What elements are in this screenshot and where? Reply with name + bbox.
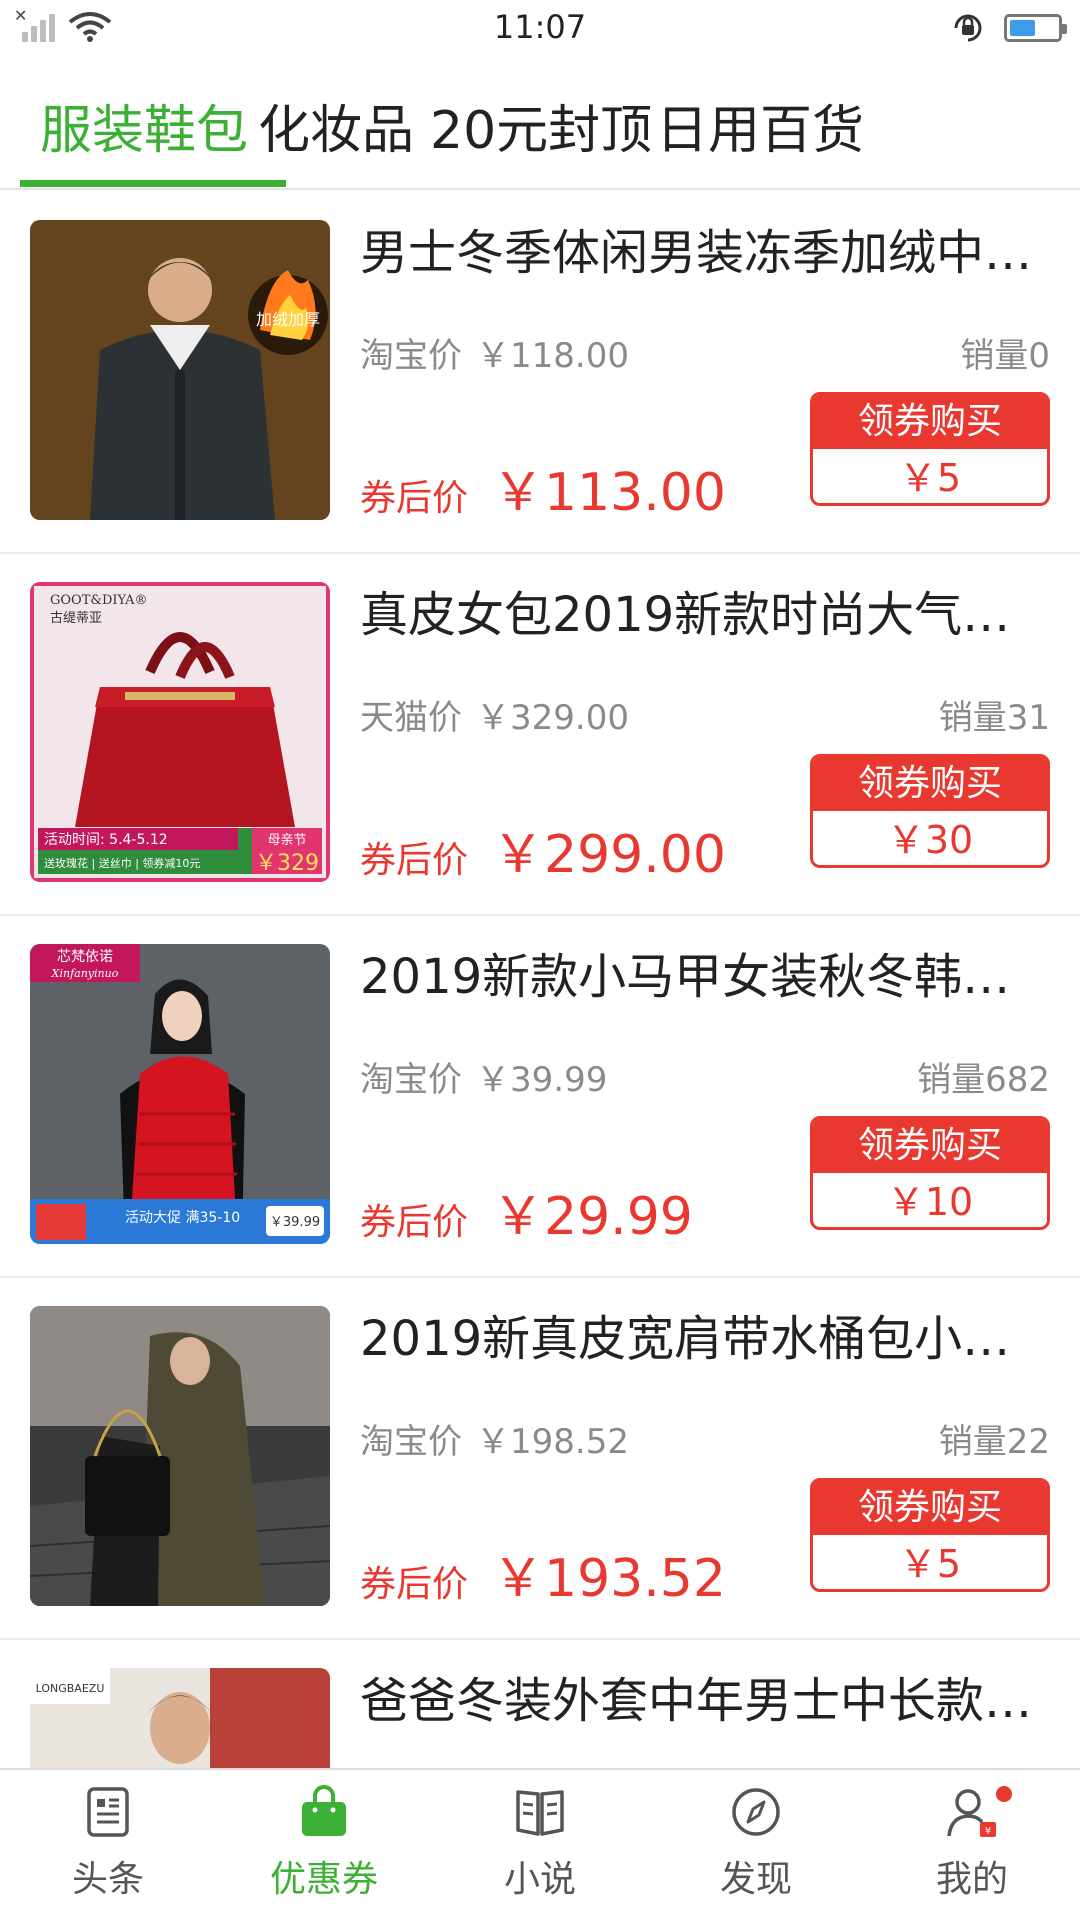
image-promo-price: ￥329 bbox=[255, 851, 319, 876]
product-list[interactable]: 加绒加厚 男士冬季体闲男装冻季加绒中… 淘宝价 ￥118.00 销量0 券后价 ￥1… bbox=[0, 192, 1080, 1768]
product-title[interactable]: 男士冬季体闲男装冻季加绒中… bbox=[360, 224, 1050, 282]
sales-count: 销量682 bbox=[917, 1060, 1050, 1100]
original-price-label: 淘宝价 bbox=[360, 1060, 462, 1100]
product-item[interactable]: GOOT&DIYA® 古缇蒂亚 活动时间: 5.4-5.12 送玫瑰花 | 送丝… bbox=[0, 554, 1080, 916]
category-tabs: 服装鞋包 化妆品 20元封顶 日用百货 bbox=[0, 56, 1080, 190]
get-coupon-button[interactable]: 领券购买 ￥30 bbox=[810, 754, 1050, 868]
get-coupon-button[interactable]: 领券购买 ￥5 bbox=[810, 392, 1050, 506]
image-brand: 芯梵依诺 bbox=[57, 949, 113, 965]
get-coupon-label: 领券购买 bbox=[813, 1119, 1047, 1173]
product-title[interactable]: 爸爸冬装外套中年男士中长款… bbox=[360, 1672, 1050, 1730]
user-icon: ¥ bbox=[947, 1789, 996, 1837]
coupon-price-value: ￥29.99 bbox=[492, 1187, 693, 1247]
product-title[interactable]: 2019新真皮宽肩带水桶包小香… bbox=[360, 1310, 1050, 1368]
get-coupon-button[interactable]: 领券购买 ￥10 bbox=[810, 1116, 1050, 1230]
product-title[interactable]: 真皮女包2019新款时尚大气中… bbox=[360, 586, 1050, 644]
news-icon bbox=[87, 1787, 129, 1837]
sales-count: 销量31 bbox=[938, 698, 1050, 738]
product-item[interactable]: 2019新真皮宽肩带水桶包小香… 淘宝价 ￥198.52 销量22 券后价 ￥193… bbox=[0, 1278, 1080, 1640]
coupon-amount: ￥5 bbox=[898, 456, 962, 500]
nav-coupons[interactable]: 优惠券 bbox=[244, 1784, 404, 1902]
coupon-price: 券后价 ￥113.00 bbox=[360, 450, 726, 525]
coupon-price-label: 券后价 bbox=[360, 1564, 469, 1605]
product-image-badge: 加绒加厚 bbox=[256, 310, 320, 329]
svg-text:¥: ¥ bbox=[985, 1826, 991, 1837]
get-coupon-label: 领券购买 bbox=[813, 1481, 1047, 1535]
image-promo: 活动大促 满35-10 bbox=[125, 1210, 240, 1226]
original-price-label: 淘宝价 bbox=[360, 336, 462, 376]
get-coupon-label: 领券购买 bbox=[813, 757, 1047, 811]
image-brand: LONGBAEZU bbox=[36, 1682, 105, 1695]
nav-novels-label: 小说 bbox=[503, 1859, 576, 1900]
image-brand: GOOT&DIYA® bbox=[50, 593, 147, 608]
battery-level bbox=[1010, 20, 1035, 36]
bottom-nav: 头条 优惠券 小说 发现 ¥ 我的 bbox=[0, 1768, 1080, 1920]
original-price: 淘宝价 ￥198.52 bbox=[360, 1414, 629, 1463]
original-price: 天猫价 ￥329.00 bbox=[360, 690, 629, 739]
nav-discover[interactable]: 发现 bbox=[676, 1784, 836, 1902]
product-item[interactable]: 加绒加厚 男士冬季体闲男装冻季加绒中… 淘宝价 ￥118.00 销量0 券后价 ￥1… bbox=[0, 192, 1080, 554]
nav-headlines[interactable]: 头条 bbox=[28, 1784, 188, 1902]
image-brand-en: Xinfanyinuo bbox=[51, 967, 119, 980]
coupon-price-value: ￥113.00 bbox=[492, 463, 726, 523]
original-price-value: ￥329.00 bbox=[476, 698, 629, 738]
coupon-price: 券后价 ￥193.52 bbox=[360, 1536, 726, 1611]
nav-mine-label: 我的 bbox=[935, 1859, 1008, 1900]
notification-badge bbox=[996, 1786, 1012, 1802]
product-image[interactable]: 加绒加厚 bbox=[30, 220, 330, 520]
coupon-price-label: 券后价 bbox=[360, 478, 469, 519]
image-promo-price: ￥39.99 bbox=[270, 1215, 320, 1230]
product-image[interactable]: 芯梵依诺 Xinfanyinuo 活动大促 满35-10 ￥39.99 bbox=[30, 944, 330, 1244]
image-promo-date: 活动时间: 5.4-5.12 bbox=[44, 832, 168, 848]
tab-daily-goods[interactable]: 日用百货 bbox=[656, 88, 864, 163]
status-right bbox=[950, 10, 1067, 46]
nav-discover-label: 发现 bbox=[719, 1859, 792, 1900]
coupon-price: 券后价 ￥29.99 bbox=[360, 1174, 693, 1249]
shopping-bag-icon bbox=[302, 1785, 346, 1836]
tab-cosmetics[interactable]: 化妆品 bbox=[258, 88, 414, 163]
coupon-amount: ￥5 bbox=[898, 1542, 962, 1586]
status-time: 11:07 bbox=[493, 8, 587, 46]
nav-coupons-label: 优惠券 bbox=[269, 1859, 378, 1900]
original-price-label: 淘宝价 bbox=[360, 1422, 462, 1462]
product-image[interactable] bbox=[30, 1306, 330, 1606]
product-image[interactable]: LONGBAEZU bbox=[30, 1668, 330, 1768]
original-price-value: ￥118.00 bbox=[476, 336, 629, 376]
original-price: 淘宝价 ￥39.99 bbox=[360, 1052, 607, 1101]
get-coupon-label: 领券购买 bbox=[813, 395, 1047, 449]
battery-icon bbox=[1004, 14, 1067, 42]
image-promo-sub: 送玫瑰花 | 送丝巾 | 领券减10元 bbox=[44, 856, 200, 870]
coupon-price-value: ￥299.00 bbox=[492, 825, 726, 885]
sales-count: 销量0 bbox=[960, 336, 1050, 376]
nav-novels[interactable]: 小说 bbox=[460, 1784, 620, 1902]
image-promo-tag: 母亲节 bbox=[267, 833, 306, 848]
tab-clothing-shoes-bags[interactable]: 服装鞋包 bbox=[40, 88, 248, 163]
coupon-price-value: ￥193.52 bbox=[492, 1549, 726, 1609]
coupon-price: 券后价 ￥299.00 bbox=[360, 812, 726, 887]
coupon-price-label: 券后价 bbox=[360, 1202, 469, 1243]
product-title[interactable]: 2019新款小马甲女装秋冬韩版… bbox=[360, 948, 1050, 1006]
original-price: 淘宝价 ￥118.00 bbox=[360, 328, 629, 377]
sales-count: 销量22 bbox=[938, 1422, 1050, 1462]
tab-under-20-yuan[interactable]: 20元封顶 bbox=[430, 88, 652, 163]
product-image[interactable]: GOOT&DIYA® 古缇蒂亚 活动时间: 5.4-5.12 送玫瑰花 | 送丝… bbox=[30, 582, 330, 882]
coupon-price-label: 券后价 bbox=[360, 840, 469, 881]
get-coupon-button[interactable]: 领券购买 ￥5 bbox=[810, 1478, 1050, 1592]
image-brand-cn: 古缇蒂亚 bbox=[50, 611, 102, 626]
book-icon bbox=[516, 1790, 564, 1836]
nav-headlines-label: 头条 bbox=[71, 1859, 144, 1900]
product-item[interactable]: 芯梵依诺 Xinfanyinuo 活动大促 满35-10 ￥39.99 2019… bbox=[0, 916, 1080, 1278]
coupon-amount: ￥30 bbox=[886, 818, 974, 862]
original-price-label: 天猫价 bbox=[360, 698, 462, 738]
coupon-amount: ￥10 bbox=[886, 1180, 974, 1224]
nav-mine[interactable]: ¥ 我的 bbox=[892, 1784, 1052, 1902]
rotation-lock-icon bbox=[954, 14, 982, 42]
original-price-value: ￥39.99 bbox=[476, 1060, 608, 1100]
original-price-value: ￥198.52 bbox=[476, 1422, 629, 1462]
compass-icon bbox=[732, 1788, 780, 1836]
product-item[interactable]: LONGBAEZU 爸爸冬装外套中年男士中长款… bbox=[0, 1640, 1080, 1768]
status-bar: ✕ 11:07 bbox=[0, 0, 1080, 56]
active-tab-indicator bbox=[20, 180, 286, 187]
